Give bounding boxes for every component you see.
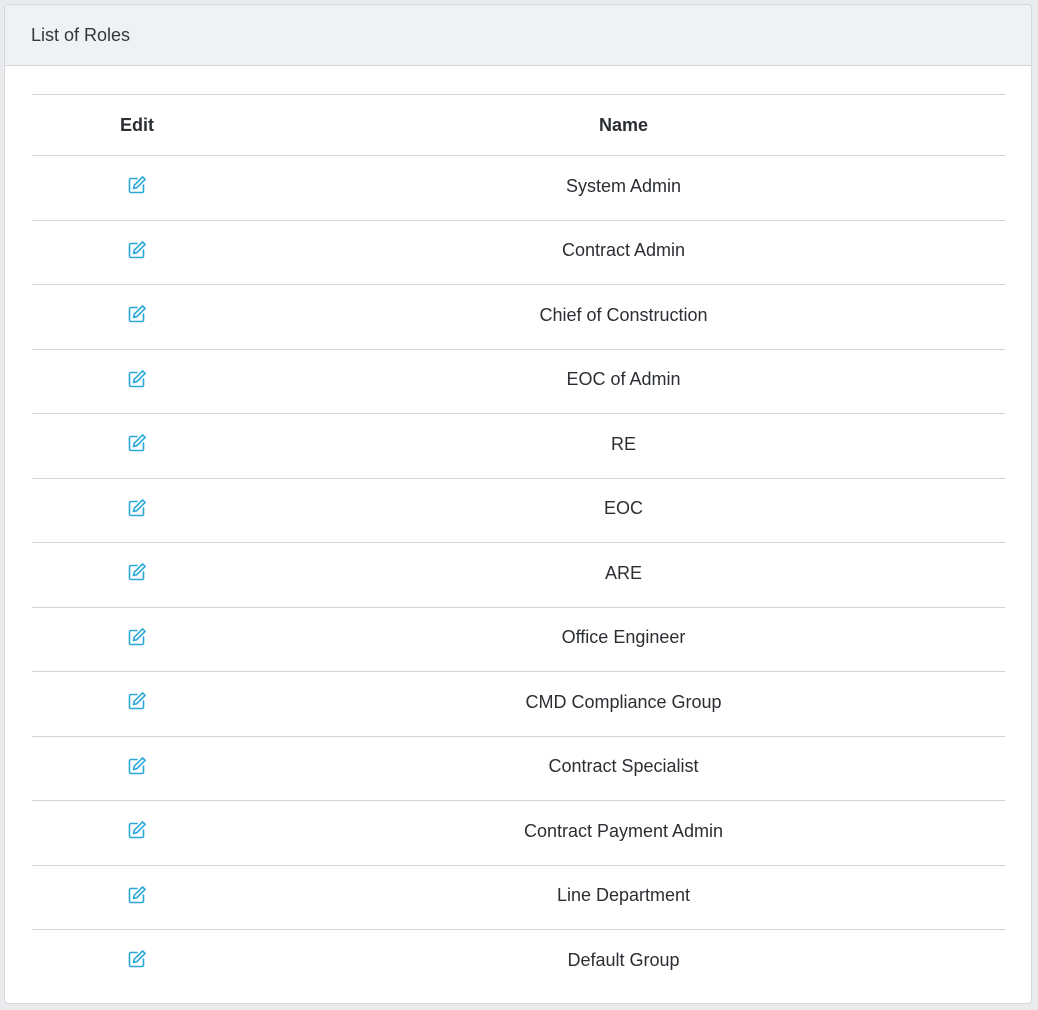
edit-icon [128,240,146,258]
edit-icon [128,885,146,903]
role-name: Contract Specialist [548,756,699,777]
table-row: EOC of Admin [32,349,1005,414]
role-name: EOC of Admin [566,369,681,390]
edit-button[interactable] [126,819,148,841]
table-row: Office Engineer [32,607,1005,672]
edit-cell [32,349,242,414]
edit-icon [128,305,146,323]
role-name: Office Engineer [561,627,686,648]
edit-button[interactable] [126,497,148,519]
table-row: Line Department [32,865,1005,930]
edit-icon [128,176,146,194]
edit-button[interactable] [126,884,148,906]
role-name: Contract Payment Admin [523,820,724,841]
panel-body: Edit Name System Admin Contract Admin Ch… [5,66,1031,994]
edit-icon [128,563,146,581]
edit-icon [128,369,146,387]
edit-button[interactable] [126,626,148,648]
table-row: RE [32,414,1005,479]
edit-button[interactable] [126,174,148,196]
table-row: Contract Admin [32,220,1005,285]
roles-table: Edit Name System Admin Contract Admin Ch… [32,94,1005,994]
edit-cell [32,478,242,543]
edit-button[interactable] [126,303,148,325]
edit-icon [128,950,146,968]
edit-button[interactable] [126,432,148,454]
role-name: Default Group [567,949,680,970]
role-name: ARE [604,562,642,583]
edit-cell [32,607,242,672]
panel-header: List of Roles [5,5,1031,66]
role-name: System Admin [565,175,682,196]
edit-button[interactable] [126,561,148,583]
role-name: Contract Admin [561,240,686,261]
table-row: Chief of Construction [32,285,1005,350]
edit-cell [32,865,242,930]
roles-table-body: System Admin Contract Admin Chief of Con… [32,156,1005,994]
edit-cell [32,736,242,801]
edit-cell [32,414,242,479]
role-name: Chief of Construction [539,304,708,325]
edit-cell [32,801,242,866]
edit-cell [32,285,242,350]
edit-button[interactable] [126,239,148,261]
role-name: RE [610,433,636,454]
edit-icon [128,692,146,710]
column-header-name: Name [598,114,649,135]
table-row: Default Group [32,930,1005,994]
edit-icon [128,498,146,516]
edit-button[interactable] [126,690,148,712]
table-row: ARE [32,543,1005,608]
table-row: EOC [32,478,1005,543]
role-name: EOC [603,498,643,519]
edit-icon [128,756,146,774]
column-header-edit: Edit [120,114,154,135]
edit-icon [128,821,146,839]
edit-cell [32,672,242,737]
table-row: CMD Compliance Group [32,672,1005,737]
edit-icon [128,627,146,645]
edit-icon [128,434,146,452]
table-header-row: Edit Name [32,94,1005,156]
edit-cell [32,930,242,994]
role-name: CMD Compliance Group [525,691,722,712]
edit-button[interactable] [126,948,148,970]
edit-cell [32,156,242,221]
table-row: System Admin [32,156,1005,221]
panel-title: List of Roles [31,24,131,45]
table-row: Contract Specialist [32,736,1005,801]
edit-button[interactable] [126,368,148,390]
edit-cell [32,543,242,608]
roles-panel: List of Roles Edit Name System Admin Con… [4,4,1032,1004]
edit-button[interactable] [126,755,148,777]
role-name: Line Department [556,885,691,906]
table-row: Contract Payment Admin [32,801,1005,866]
edit-cell [32,220,242,285]
